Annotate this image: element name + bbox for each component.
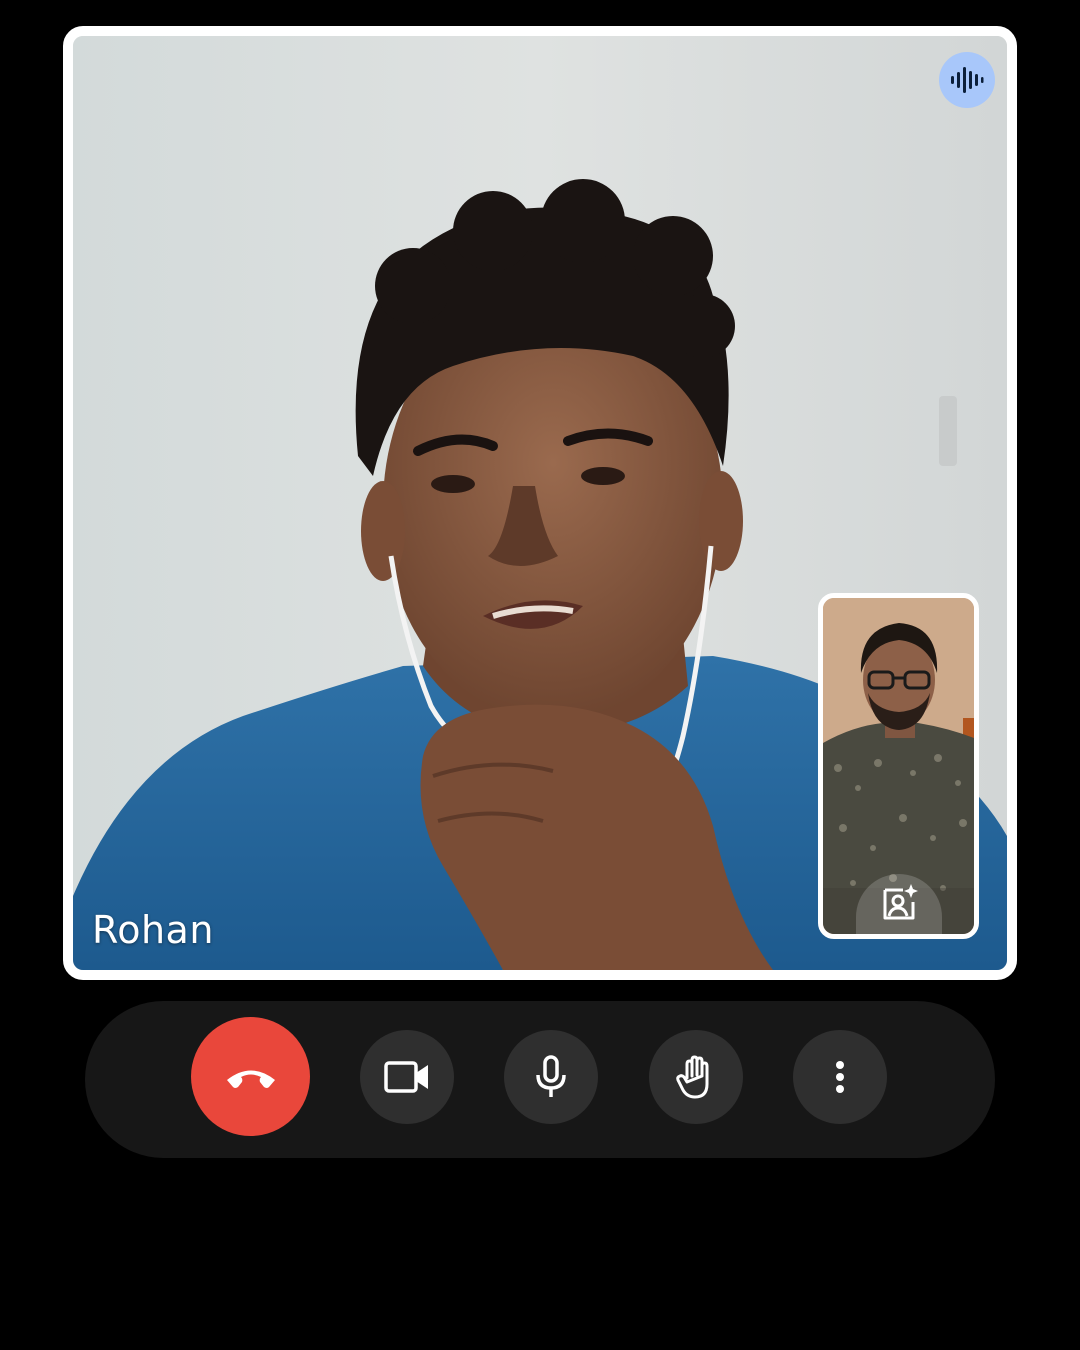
person-sparkle-icon xyxy=(883,884,918,920)
more-options-button[interactable] xyxy=(793,1030,887,1124)
raise-hand-button[interactable] xyxy=(649,1030,743,1124)
speaking-indicator xyxy=(939,52,995,108)
microphone-toggle-button[interactable] xyxy=(504,1030,598,1124)
audio-waveform-icon xyxy=(951,67,984,93)
videocam-icon xyxy=(384,1061,428,1093)
camera-toggle-button[interactable] xyxy=(360,1030,454,1124)
end-call-button[interactable] xyxy=(191,1017,310,1136)
phone-hangup-icon xyxy=(226,1070,275,1088)
hand-icon xyxy=(676,1055,709,1099)
mic-icon xyxy=(536,1055,566,1097)
self-view-tile[interactable] xyxy=(818,593,979,939)
participant-name: Rohan xyxy=(92,908,214,952)
call-control-bar xyxy=(85,1001,995,1158)
more-vert-icon xyxy=(836,1061,844,1093)
